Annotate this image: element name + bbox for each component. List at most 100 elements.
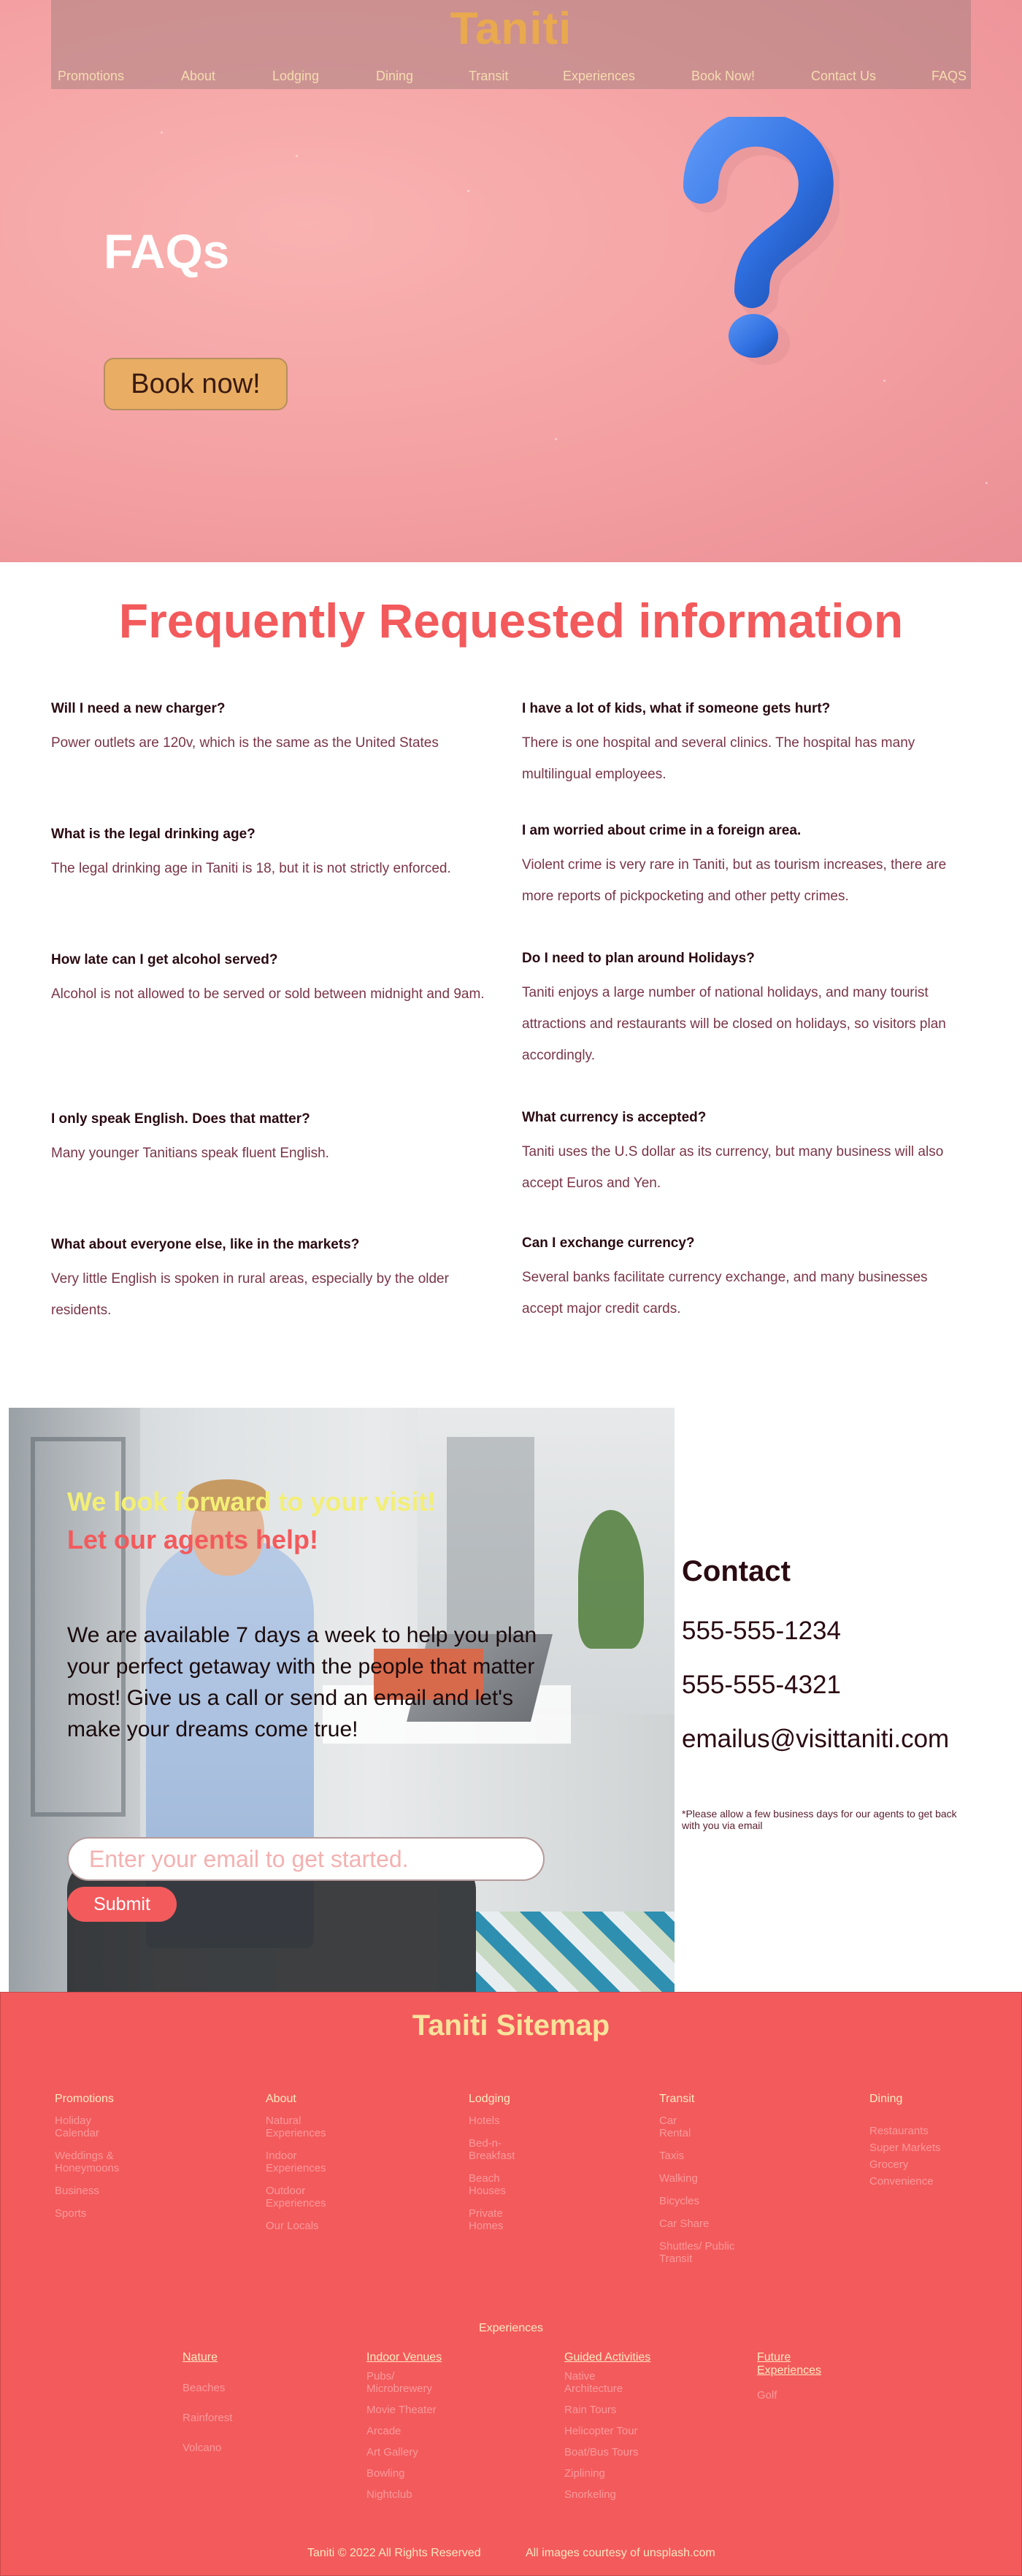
sitemap-link[interactable]: Super Markets [869, 2142, 972, 2154]
contact-email[interactable]: emailus@visittaniti.com [682, 1725, 949, 1754]
nav-promotions[interactable]: Promotions [58, 69, 124, 84]
sitemap-link[interactable]: Outdoor Experiences [266, 2185, 339, 2209]
faq-answer: Violent crime is very rare in Taniti, bu… [522, 857, 947, 904]
contact-phone-2[interactable]: 555-555-4321 [682, 1671, 841, 1700]
faq-item: Can I exchange currency? Several banks f… [522, 1235, 960, 1325]
faq-question: How late can I get alcohol served? [51, 952, 278, 967]
sitemap-link[interactable]: Business [55, 2185, 157, 2197]
image-credits: All images courtesy of unsplash.com [526, 2547, 715, 2559]
sitemap-link[interactable]: Holiday Calendar [55, 2115, 128, 2139]
experiences-link[interactable]: Beaches [182, 2382, 292, 2394]
sitemap-title: Taniti Sitemap [412, 2009, 610, 2042]
sitemap-heading[interactable]: Lodging [469, 2093, 571, 2106]
footer [0, 1992, 1022, 2576]
faq-question: I am worried about crime in a foreign ar… [522, 823, 802, 838]
faq-item: Will I need a new charger? Power outlets… [51, 701, 489, 759]
experiences-subheading[interactable]: Indoor Venues [366, 2351, 476, 2364]
experiences-link[interactable]: Bowling [366, 2467, 476, 2480]
faq-answer: Taniti enjoys a large number of national… [522, 985, 946, 1063]
nav-experiences[interactable]: Experiences [563, 69, 635, 84]
sitemap-link[interactable]: Weddings & Honeymoons [55, 2150, 135, 2174]
faq-question: Will I need a new charger? [51, 701, 226, 716]
faq-heading: Frequently Requested information [118, 594, 904, 648]
faq-item: Do I need to plan around Holidays? Tanit… [522, 951, 960, 1071]
sitemap-link[interactable]: Grocery [869, 2158, 972, 2171]
experiences-link[interactable]: Nightclub [366, 2488, 476, 2501]
brand-logo[interactable]: Taniti [51, 3, 971, 55]
faq-answer: Several banks facilitate currency exchan… [522, 1270, 928, 1316]
sitemap-heading[interactable]: Promotions [55, 2093, 157, 2106]
contact-title: Contact [682, 1555, 791, 1587]
experiences-link[interactable]: Rainforest [182, 2412, 292, 2424]
contact-note: *Please allow a few business days for ou… [682, 1808, 957, 1831]
sitemap-link[interactable]: Car Rental [659, 2115, 703, 2139]
experiences-link[interactable]: Art Gallery [366, 2446, 476, 2458]
sitemap-link[interactable]: Indoor Experiences [266, 2150, 339, 2174]
nav-menu: Promotions About Lodging Dining Transit … [51, 69, 971, 86]
question-mark-icon [683, 117, 840, 365]
sitemap-heading[interactable]: About [266, 2093, 368, 2106]
faq-item: What is the legal drinking age? The lega… [51, 827, 489, 884]
faq-answer: The legal drinking age in Taniti is 18, … [51, 861, 451, 876]
book-now-button[interactable]: Book now! [104, 358, 288, 410]
experiences-subheading[interactable]: Guided Activities [564, 2351, 674, 2364]
sitemap-heading[interactable]: Dining [869, 2093, 972, 2106]
email-input[interactable]: Enter your email to get started. [67, 1837, 545, 1881]
experiences-link[interactable]: Movie Theater [366, 2404, 476, 2416]
sitemap-column-about: About Natural Experiences Indoor Experie… [266, 2093, 368, 2242]
sitemap-link[interactable]: Car Share [659, 2217, 761, 2230]
sitemap-link[interactable]: Sports [55, 2207, 157, 2220]
contact-phone-1[interactable]: 555-555-1234 [682, 1617, 841, 1646]
nav-dining[interactable]: Dining [376, 69, 413, 84]
sitemap-column-promotions: Promotions Holiday Calendar Weddings & H… [55, 2093, 157, 2230]
experiences-link[interactable]: Rain Tours [564, 2404, 674, 2416]
sitemap-link[interactable]: Walking [659, 2172, 761, 2185]
experiences-link[interactable]: Boat/Bus Tours [564, 2446, 674, 2458]
sitemap-link[interactable]: Natural Experiences [266, 2115, 339, 2139]
experiences-column-indoor: Indoor Venues Pubs/ Microbrewery Movie T… [366, 2351, 476, 2510]
nav-about[interactable]: About [181, 69, 215, 84]
experiences-link[interactable]: Snorkeling [564, 2488, 674, 2501]
sitemap-heading[interactable]: Transit [659, 2093, 761, 2106]
nav-faqs[interactable]: FAQS [931, 69, 967, 84]
experiences-subheading[interactable]: Future Experiences [757, 2351, 830, 2377]
page-title: FAQs [104, 224, 230, 278]
nav-lodging[interactable]: Lodging [272, 69, 319, 84]
experiences-link[interactable]: Pubs/ Microbrewery [366, 2370, 447, 2395]
nav-book-now[interactable]: Book Now! [691, 69, 755, 84]
faq-answer: Power outlets are 120v, which is the sam… [51, 735, 439, 751]
visit-headline: We look forward to your visit! [67, 1487, 437, 1517]
faq-question: What currency is accepted? [522, 1110, 707, 1125]
visit-description: We are available 7 days a week to help y… [67, 1623, 537, 1741]
sitemap-link[interactable]: Bed-n-Breakfast [469, 2137, 527, 2162]
experiences-link[interactable]: Helicopter Tour [564, 2425, 674, 2437]
sitemap-column-lodging: Lodging Hotels Bed-n-Breakfast Beach Hou… [469, 2093, 571, 2242]
experiences-link[interactable]: Ziplining [564, 2467, 674, 2480]
faq-item: I only speak English. Does that matter? … [51, 1111, 489, 1169]
faq-answer: There is one hospital and several clinic… [522, 735, 915, 782]
sitemap-link[interactable]: Shuttles/ Public Transit [659, 2240, 739, 2265]
sitemap-link[interactable]: Bicycles [659, 2195, 761, 2207]
sitemap-link[interactable]: Beach Houses [469, 2172, 512, 2197]
faq-item: I have a lot of kids, what if someone ge… [522, 701, 960, 790]
top-navbar: Taniti Promotions About Lodging Dining T… [51, 0, 971, 89]
submit-button[interactable]: Submit [67, 1887, 177, 1922]
experiences-link[interactable]: Arcade [366, 2425, 476, 2437]
experiences-link[interactable]: Golf [757, 2389, 867, 2401]
experiences-subheading[interactable]: Nature [182, 2351, 292, 2364]
sitemap-link[interactable]: Hotels [469, 2115, 571, 2127]
sitemap-link[interactable]: Our Locals [266, 2220, 368, 2232]
faq-question: What is the legal drinking age? [51, 827, 256, 842]
sitemap-link[interactable]: Convenience [869, 2175, 972, 2188]
faq-question: I have a lot of kids, what if someone ge… [522, 701, 831, 716]
sitemap-link[interactable]: Restaurants [869, 2125, 972, 2137]
faq-question: I only speak English. Does that matter? [51, 1111, 310, 1127]
faq-question: What about everyone else, like in the ma… [51, 1237, 360, 1252]
sitemap-link[interactable]: Taxis [659, 2150, 761, 2162]
sitemap-column-dining: Dining Restaurants Super Markets Grocery… [869, 2093, 972, 2192]
sitemap-link[interactable]: Private Homes [469, 2207, 512, 2232]
nav-contact-us[interactable]: Contact Us [811, 69, 876, 84]
experiences-link[interactable]: Native Architecture [564, 2370, 637, 2395]
experiences-link[interactable]: Volcano [182, 2442, 292, 2454]
nav-transit[interactable]: Transit [469, 69, 508, 84]
